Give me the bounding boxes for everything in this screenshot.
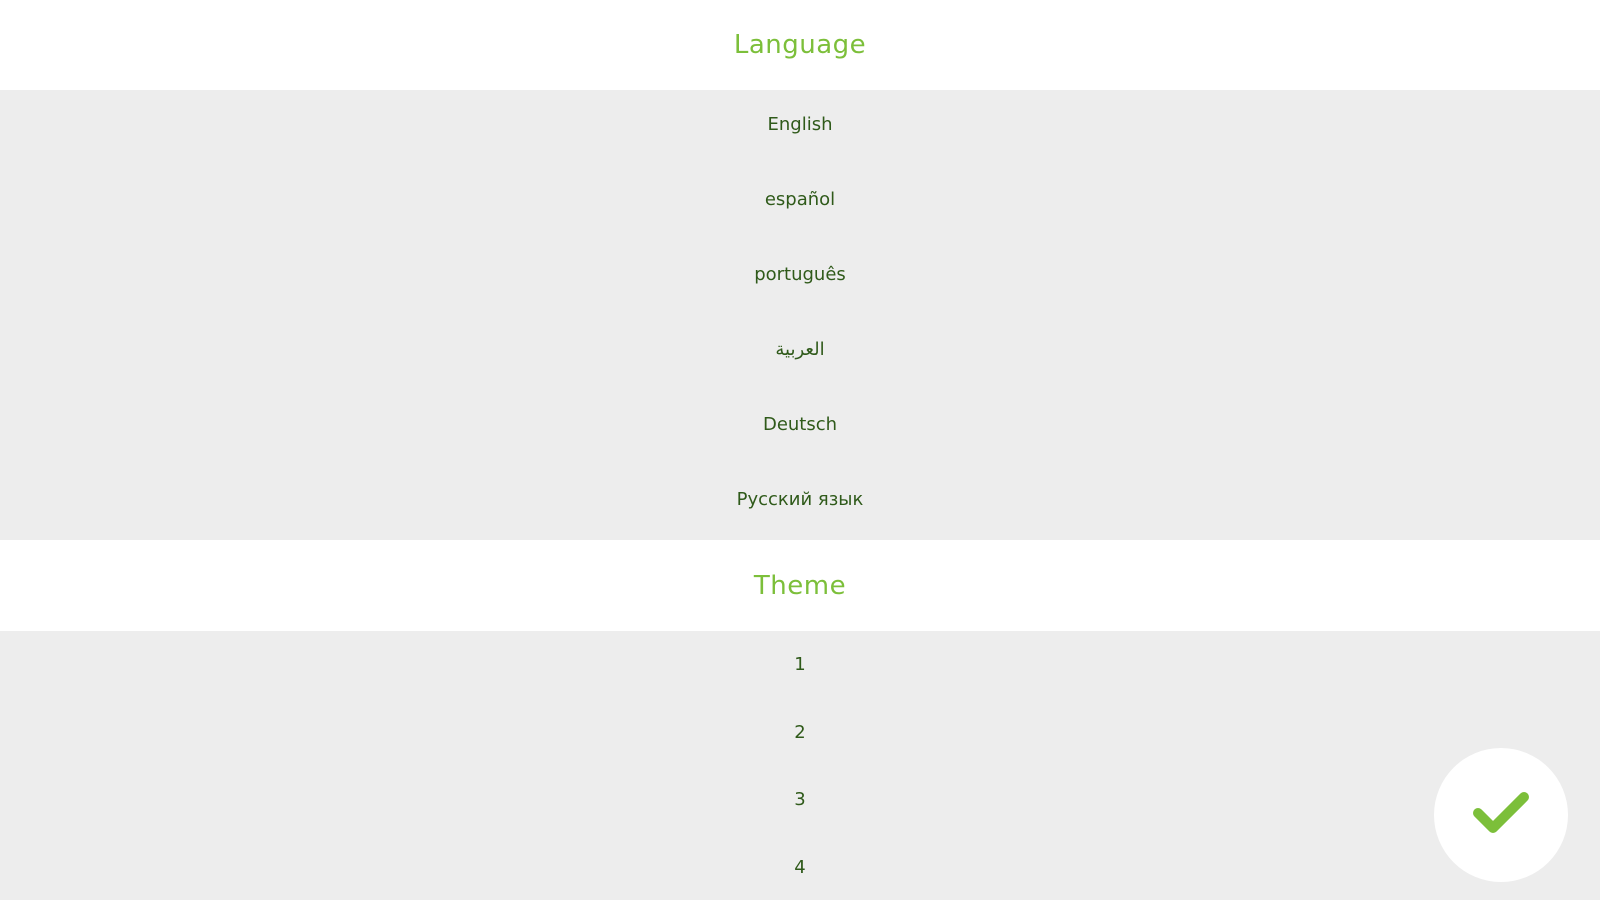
language-option-russian[interactable]: Русский язык [0,489,1600,510]
confirm-button[interactable] [1434,748,1568,882]
theme-title: Theme [753,570,847,601]
theme-option-3[interactable]: 3 [0,789,1600,810]
theme-option-1[interactable]: 1 [0,654,1600,675]
language-option-spanish[interactable]: español [0,189,1600,210]
language-header: Language [0,0,1600,90]
language-option-portuguese[interactable]: português [0,264,1600,285]
language-title: Language [733,30,867,60]
theme-list: 1 2 3 4 [0,631,1600,900]
theme-header: Theme [0,540,1600,631]
settings-page: Language English español português العرب… [0,0,1600,900]
theme-option-4[interactable]: 4 [0,857,1600,878]
language-option-english[interactable]: English [0,114,1600,135]
checkmark-icon [1473,791,1529,839]
language-option-german[interactable]: Deutsch [0,414,1600,435]
language-option-arabic[interactable]: العربية [0,339,1600,360]
language-list: English español português العربية Deutsc… [0,90,1600,540]
theme-option-2[interactable]: 2 [0,722,1600,743]
